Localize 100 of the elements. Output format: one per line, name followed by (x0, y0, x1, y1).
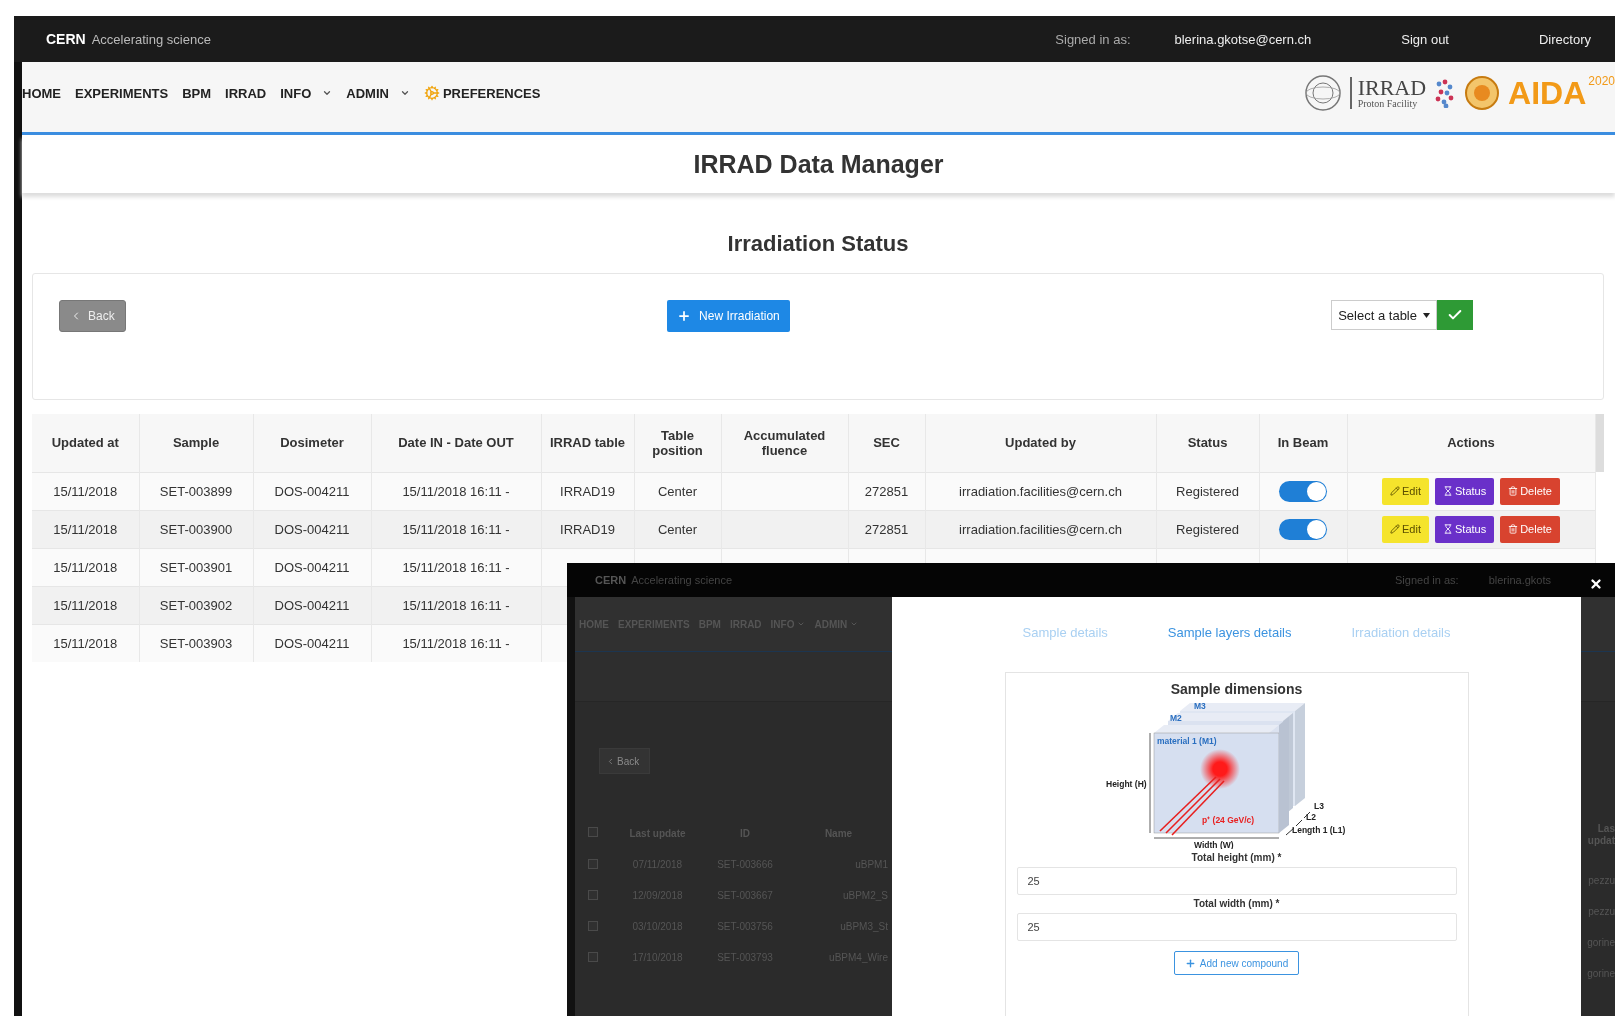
table-cell: Registered (1156, 510, 1259, 548)
nav-item[interactable]: ADMIN (346, 85, 410, 101)
brand-tagline: Accelerating science (631, 574, 733, 586)
table-cell: DOS-004211 (253, 624, 371, 662)
table-cell: Registered (1156, 472, 1259, 510)
trash-icon (1508, 486, 1519, 496)
logo-rings-icon (1303, 74, 1342, 112)
back-button[interactable]: Back (599, 748, 650, 774)
nav-item[interactable]: PREFERENCES (423, 85, 541, 101)
dimension-label: Length 1 (L1) (1291, 825, 1345, 835)
layer-label: material 1 (M1) (1156, 736, 1217, 746)
column-header: Sample (139, 414, 253, 472)
scrollbar[interactable] (1595, 414, 1604, 472)
brand-name: CERN (595, 574, 627, 586)
dimension-label: Height (H) (1105, 779, 1147, 789)
table-cell: SET-003902 (139, 586, 253, 624)
nav-item[interactable]: EXPERIMENTS (75, 85, 169, 101)
pencil-icon (1390, 524, 1400, 534)
emblem-icon (1464, 75, 1501, 111)
logo-subtitle: Proton Facility (1357, 99, 1419, 109)
top-link[interactable]: Directory (1539, 31, 1591, 47)
checkbox[interactable] (587, 920, 598, 931)
nav-item[interactable]: IRRAD (225, 85, 267, 101)
logo-text: AIDA (1508, 77, 1587, 109)
dimension-label: L3 (1313, 801, 1324, 811)
confirm-button[interactable] (1437, 300, 1473, 330)
nav-item[interactable]: INFO (280, 85, 333, 101)
input-field[interactable]: 25 (1016, 913, 1457, 941)
table-cell: 15/11/2018 16:11 - (371, 586, 541, 624)
table-cell: irradiation.facilities@cern.ch (925, 472, 1156, 510)
delete-button[interactable]: Delete (1500, 515, 1560, 543)
table-cell: IRRAD19 (541, 510, 634, 548)
close-icon[interactable] (1589, 577, 1603, 591)
status-button[interactable]: Status (1435, 515, 1495, 543)
table-cell: DOS-004211 (253, 586, 371, 624)
add-compound-button[interactable]: Add new compound (1173, 951, 1300, 975)
column-header: Accumulated fluence (721, 414, 848, 472)
dimension-label: Width (W) (1193, 840, 1234, 849)
nav-item[interactable]: HOME (22, 85, 61, 101)
table-cell: DOS-004211 (253, 472, 371, 510)
nav-item[interactable]: BPM (182, 85, 212, 101)
checkbox[interactable] (587, 951, 598, 962)
checkbox[interactable] (587, 889, 598, 900)
field-label: Total width (mm) * (1193, 898, 1280, 909)
column-header: Actions (1347, 414, 1595, 472)
table-cell: Center (634, 472, 721, 510)
edit-button[interactable]: Edit (1382, 515, 1429, 543)
hourglass-icon (1443, 524, 1453, 534)
new-irradiation-button[interactable]: New Irradiation (667, 300, 790, 332)
top-link[interactable]: Sign out (1401, 31, 1449, 47)
table-cell: SET-003900 (139, 510, 253, 548)
table-cell: 15/11/2018 16:11 - (371, 624, 541, 662)
table-cell: DOS-004211 (253, 510, 371, 548)
input-field[interactable]: 25 (1016, 867, 1457, 895)
gear-icon (423, 85, 440, 101)
table-cell: 15/11/2018 (32, 510, 139, 548)
brand-name: CERN (46, 31, 86, 47)
plus-icon (677, 309, 692, 323)
field-label: Total height (mm) * (1191, 852, 1282, 863)
beam-label: p⁺ (24 GeV/c) (1201, 815, 1254, 825)
caret-icon (1423, 312, 1430, 318)
table-select[interactable]: Select a table (1331, 300, 1437, 330)
table-cell: 272851 (848, 472, 925, 510)
table-cell: SET-003899 (139, 472, 253, 510)
status-button[interactable]: Status (1435, 477, 1495, 505)
in-beam-toggle[interactable] (1279, 480, 1327, 502)
caret-icon (850, 620, 859, 628)
user-email: blerina.gkots (1488, 574, 1551, 586)
in-beam-toggle[interactable] (1279, 518, 1327, 540)
table-cell: 15/11/2018 (32, 586, 139, 624)
checkbox[interactable] (587, 858, 598, 869)
table-cell: irradiation.facilities@cern.ch (925, 510, 1156, 548)
signed-in-label: Signed in as: (1395, 574, 1459, 586)
column-header: SEC (848, 414, 925, 472)
dimension-label: L2 (1305, 812, 1316, 822)
table-cell: Center (634, 510, 721, 548)
trash-icon (1508, 524, 1519, 534)
table-cell: IRRAD19 (541, 472, 634, 510)
column-header: Status (1156, 414, 1259, 472)
table-cell: DOS-004211 (253, 548, 371, 586)
modal-tab[interactable]: Sample layers details (1167, 625, 1292, 640)
checkbox[interactable] (587, 827, 598, 837)
delete-button[interactable]: Delete (1500, 477, 1560, 505)
hourglass-icon (1443, 486, 1453, 496)
column-header: Updated by (925, 414, 1156, 472)
table-cell: 15/11/2018 (32, 472, 139, 510)
table-cell: 15/11/2018 16:11 - (371, 548, 541, 586)
logo-text: IRRAD (1357, 77, 1427, 99)
table-cell: SET-003903 (139, 624, 253, 662)
table-cell: 272851 (848, 510, 925, 548)
column-header: Table position (634, 414, 721, 472)
column-header: Updated at (32, 414, 139, 472)
table-cell: SET-003901 (139, 548, 253, 586)
pencil-icon (1390, 486, 1400, 496)
column-header: Date IN - Date OUT (371, 414, 541, 472)
user-email: blerina.gkotse@cern.ch (1174, 31, 1312, 47)
edit-button[interactable]: Edit (1382, 477, 1429, 505)
table-cell: 15/11/2018 (32, 624, 139, 662)
signed-in-label: Signed in as: (1055, 31, 1131, 47)
layer-label: M2 (1169, 713, 1182, 723)
